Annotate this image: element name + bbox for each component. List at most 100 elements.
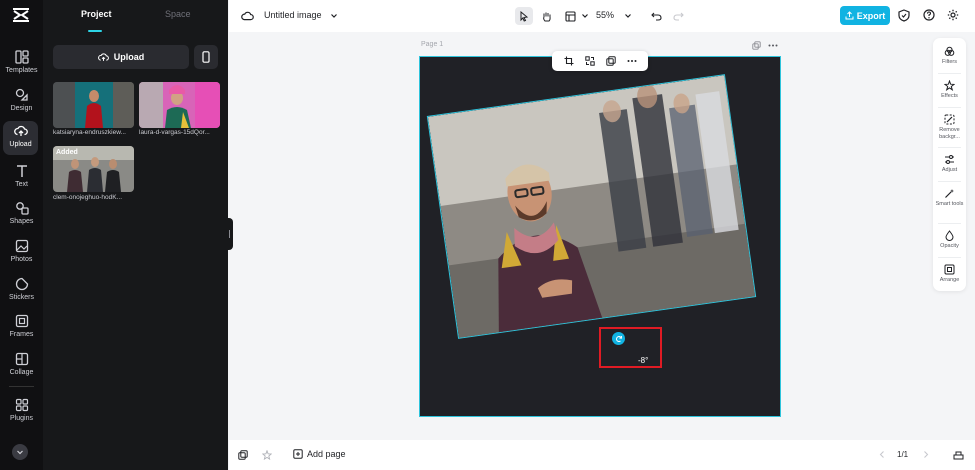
- document-title[interactable]: Untitled image: [264, 10, 322, 20]
- grip-icon: [229, 230, 230, 238]
- help-icon[interactable]: [923, 9, 935, 21]
- rail-item-templates[interactable]: Templates: [0, 47, 43, 83]
- hand-tool-button[interactable]: [537, 7, 555, 25]
- select-tool-button[interactable]: [515, 7, 533, 25]
- duplicate-icon[interactable]: [605, 56, 616, 66]
- rail-item-label: Design: [10, 105, 33, 112]
- chevron-right-icon[interactable]: [922, 450, 930, 459]
- add-page-label: Add page: [307, 449, 346, 459]
- filters-icon: [944, 46, 955, 56]
- rail-item-frames[interactable]: Frames: [0, 311, 43, 347]
- star-icon[interactable]: [262, 450, 272, 460]
- tool-divider: [938, 181, 961, 182]
- tool-divider: [938, 223, 961, 224]
- tool-adjust[interactable]: Adjust: [933, 154, 966, 174]
- tool-remove-background[interactable]: Remove backgr...: [933, 114, 966, 140]
- rail-item-label: Templates: [5, 67, 38, 74]
- duplicate-page-icon[interactable]: [752, 41, 761, 50]
- tool-divider: [938, 107, 961, 108]
- tool-divider: [938, 147, 961, 148]
- resize-canvas-button[interactable]: [561, 7, 579, 25]
- tool-smart-tools[interactable]: Smart tools: [933, 188, 966, 208]
- rail-item-design[interactable]: Design: [0, 85, 43, 121]
- tool-divider: [938, 73, 961, 74]
- redo-button[interactable]: [669, 7, 687, 25]
- chevron-down-icon[interactable]: [581, 12, 589, 20]
- upload-thumbnail[interactable]: Added: [53, 146, 134, 192]
- export-button[interactable]: Export: [840, 6, 890, 25]
- active-tab-indicator: [88, 30, 102, 32]
- selected-photo[interactable]: [426, 74, 757, 339]
- upload-thumbnail[interactable]: [139, 82, 220, 128]
- chevron-down-icon[interactable]: [624, 12, 632, 20]
- top-bar: Untitled image 55% Export: [229, 0, 975, 32]
- tool-effects[interactable]: Effects: [933, 80, 966, 100]
- add-page-button[interactable]: Add page: [293, 449, 346, 459]
- upload-button-label: Upload: [113, 52, 145, 62]
- upload-icon: [13, 125, 28, 136]
- frames-icon: [15, 314, 28, 328]
- rail-item-label: Shapes: [9, 218, 34, 225]
- chevron-down-icon[interactable]: [330, 12, 338, 20]
- stickers-icon: [15, 277, 28, 291]
- tab-space[interactable]: Space: [165, 9, 191, 19]
- rail-item-label: Collage: [9, 369, 34, 376]
- rail-item-plugins[interactable]: Plugins: [0, 395, 43, 431]
- tool-label: Filters: [942, 59, 957, 65]
- shield-icon[interactable]: [898, 9, 910, 22]
- rail-item-stickers[interactable]: Stickers: [0, 274, 43, 310]
- zoom-level[interactable]: 55%: [596, 10, 614, 20]
- gear-icon[interactable]: [947, 9, 959, 21]
- upload-panel: Project Space Upload katsiaryna-endruszk…: [43, 0, 228, 470]
- rail-item-upload[interactable]: Upload: [3, 121, 38, 155]
- capcut-logo-icon[interactable]: [12, 8, 30, 22]
- more-icon[interactable]: [627, 56, 637, 66]
- rail-item-label: Upload: [9, 141, 32, 148]
- tool-opacity[interactable]: Opacity: [933, 230, 966, 250]
- tool-label: Effects: [941, 93, 958, 99]
- upload-from-phone-button[interactable]: [194, 45, 218, 69]
- thumbnail-image: [53, 82, 134, 128]
- text-icon: [16, 165, 27, 177]
- cloud-save-icon[interactable]: [241, 10, 254, 21]
- tool-arrange[interactable]: Arrange: [933, 264, 966, 284]
- more-icon[interactable]: [768, 41, 778, 50]
- account-menu-button[interactable]: [12, 444, 28, 460]
- arrange-icon: [944, 264, 955, 275]
- cloud-upload-icon: [97, 53, 109, 61]
- page-tools: [752, 41, 778, 50]
- chevron-left-icon[interactable]: [878, 450, 886, 459]
- upload-thumbnail[interactable]: [53, 82, 134, 128]
- photos-icon: [15, 239, 28, 253]
- layers-icon[interactable]: [953, 449, 964, 460]
- tool-divider: [938, 257, 961, 258]
- bottom-bar: Add page 1/1: [229, 440, 975, 470]
- rail-item-text[interactable]: Text: [0, 161, 43, 197]
- rail-item-label: Text: [15, 181, 28, 188]
- undo-button[interactable]: [647, 7, 665, 25]
- page-count: 1/1: [897, 450, 909, 459]
- rail-item-collage[interactable]: Collage: [0, 349, 43, 385]
- tool-label: Remove backgr...: [939, 127, 960, 140]
- opacity-icon: [945, 230, 954, 241]
- chevron-down-icon: [17, 450, 23, 455]
- tab-project[interactable]: Project: [81, 9, 112, 19]
- page-label: Page 1: [421, 41, 444, 48]
- thumbnail-image: [139, 82, 220, 128]
- tool-label: Opacity: [940, 243, 959, 249]
- smart-tools-icon: [945, 189, 954, 198]
- pages-icon[interactable]: [238, 450, 248, 460]
- collapse-panel-handle[interactable]: [226, 218, 233, 250]
- replace-icon[interactable]: [584, 56, 595, 66]
- rail-item-label: Stickers: [9, 294, 34, 301]
- effects-icon: [944, 80, 955, 91]
- rail-item-photos[interactable]: Photos: [0, 236, 43, 272]
- upload-thumbnail-name: katsiaryna-endruszkiew...: [53, 129, 126, 136]
- right-tool-panel: Filters Effects Remove backgr... Adjust …: [933, 38, 966, 291]
- rail-item-shapes[interactable]: Shapes: [0, 198, 43, 234]
- upload-button[interactable]: Upload: [53, 45, 189, 69]
- tool-filters[interactable]: Filters: [933, 46, 966, 66]
- crop-icon[interactable]: [564, 56, 574, 66]
- templates-icon: [14, 50, 29, 64]
- rail-item-label: Photos: [10, 256, 33, 263]
